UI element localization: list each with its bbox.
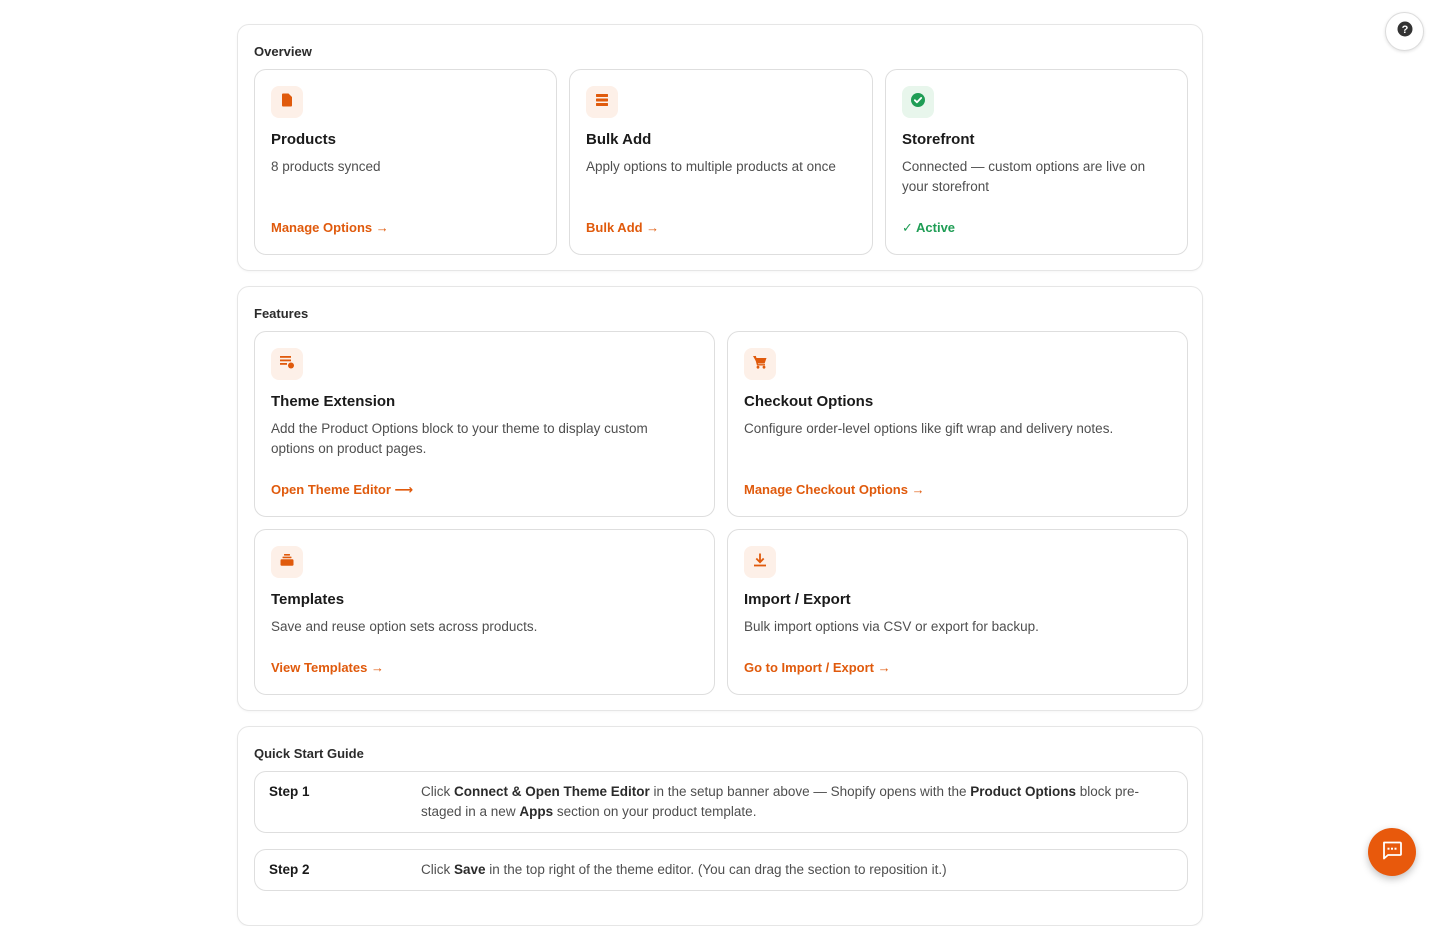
products-icon-box <box>271 86 303 118</box>
stack-icon <box>279 552 295 573</box>
card-description: Bulk import options via CSV or export fo… <box>744 619 1039 634</box>
chat-icon <box>1381 839 1403 866</box>
card-description: Add the Product Options block to your th… <box>271 421 648 456</box>
storefront-status: ✓ Active <box>902 220 956 235</box>
step-label: Step 2 <box>269 862 310 877</box>
section-title: Features <box>254 306 309 321</box>
card-title: Bulk Add <box>586 131 652 148</box>
playlist-add-icon <box>279 354 295 375</box>
card-title: Import / Export <box>744 591 851 608</box>
import-export-icon-box <box>744 546 776 578</box>
bulk-add-icon-box <box>586 86 618 118</box>
checkout-options-icon-box <box>744 348 776 380</box>
import-export-link[interactable]: Go to Import / Export → <box>744 660 891 675</box>
storefront-card: Storefront Connected — custom options ar… <box>885 69 1188 255</box>
step-text: Click Connect & Open Theme Editor in the… <box>421 784 1140 819</box>
card-description: 8 products synced <box>271 159 381 174</box>
step-text: Click Save in the top right of the theme… <box>421 862 947 877</box>
step-2: Step 2 Click Save in the top right of th… <box>254 849 1188 891</box>
section-title: Quick Start Guide <box>254 746 364 761</box>
list-icon <box>595 93 609 112</box>
file-icon <box>281 93 293 112</box>
view-templates-link[interactable]: View Templates → <box>271 660 384 675</box>
section-title: Overview <box>254 44 312 59</box>
card-description: Configure order-level options like gift … <box>744 421 1114 436</box>
help-button[interactable]: ? <box>1385 12 1424 51</box>
card-title: Theme Extension <box>271 393 396 410</box>
card-title: Products <box>271 131 337 148</box>
step-label: Step 1 <box>269 784 310 799</box>
card-description: Connected — custom options are live on y… <box>902 159 1146 194</box>
manage-checkout-options-link[interactable]: Manage Checkout Options → <box>744 482 925 497</box>
bulk-add-link[interactable]: Bulk Add → <box>586 220 659 235</box>
storefront-icon-box <box>902 86 934 118</box>
theme-extension-card: Theme Extension Add the Product Options … <box>254 331 715 517</box>
card-title: Checkout Options <box>744 393 874 410</box>
theme-extension-icon-box <box>271 348 303 380</box>
check-circle-icon <box>910 92 926 113</box>
card-title: Storefront <box>902 131 975 148</box>
templates-icon-box <box>271 546 303 578</box>
chat-button[interactable] <box>1368 828 1416 876</box>
manage-options-link[interactable]: Manage Options → <box>271 220 389 235</box>
help-icon: ? <box>1397 21 1413 42</box>
features-section: Features Theme Extension Add the Product… <box>237 286 1203 711</box>
download-icon <box>752 552 768 573</box>
bulk-add-card: Bulk Add Apply options to multiple produ… <box>569 69 873 255</box>
import-export-card: Import / Export Bulk import options via … <box>727 529 1188 695</box>
card-description: Apply options to multiple products at on… <box>586 159 836 174</box>
card-description: Save and reuse option sets across produc… <box>271 619 538 634</box>
open-theme-editor-link[interactable]: Open Theme Editor ⟶ <box>271 482 413 498</box>
templates-card: Templates Save and reuse option sets acr… <box>254 529 715 695</box>
step-1: Step 1 Click Connect & Open Theme Editor… <box>254 771 1188 833</box>
quick-start-section: Quick Start Guide Step 1 Click Connect &… <box>237 726 1203 926</box>
overview-section: Overview Products 8 products synced Mana… <box>237 24 1203 271</box>
products-card: Products 8 products synced Manage Option… <box>254 69 557 255</box>
checkout-options-card: Checkout Options Configure order-level o… <box>727 331 1188 517</box>
svg-text:?: ? <box>1401 24 1408 36</box>
cart-icon <box>752 354 768 375</box>
card-title: Templates <box>271 591 345 608</box>
